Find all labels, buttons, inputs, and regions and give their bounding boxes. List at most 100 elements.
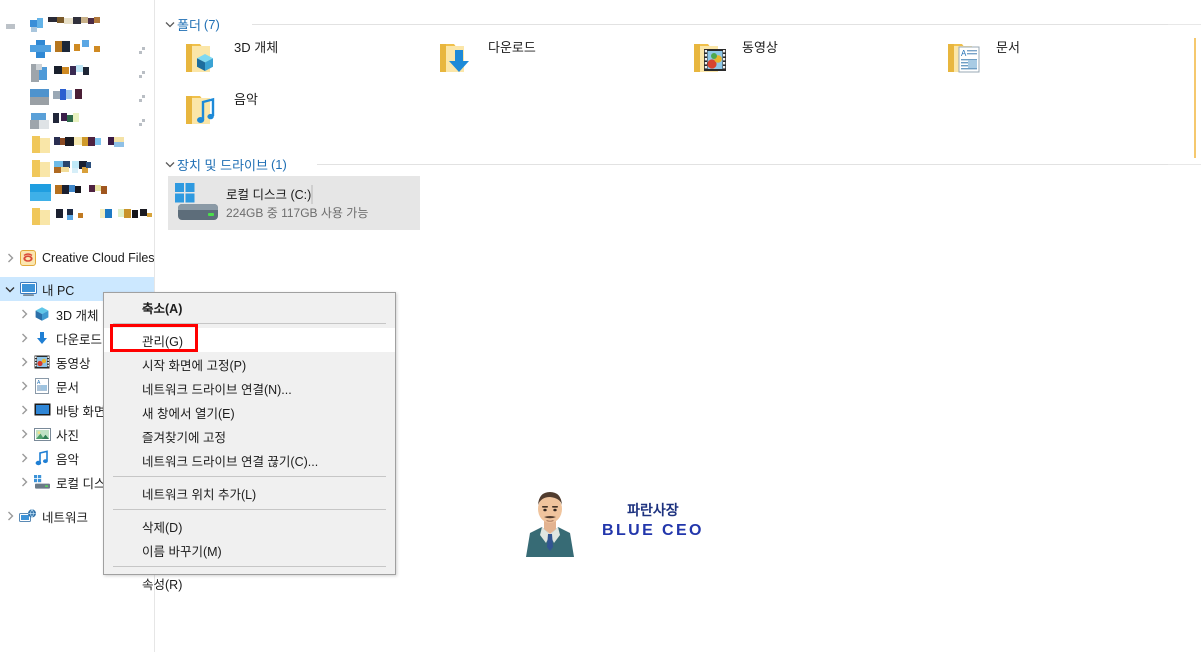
menu-separator <box>113 566 386 567</box>
chevron-right-icon[interactable] <box>16 453 32 463</box>
group-header-folders[interactable]: 폴더 (7) <box>162 15 220 33</box>
explorer-window: Creative Cloud Files 내 PC <box>0 0 1201 652</box>
folder-item-music[interactable]: 음악 <box>180 86 420 138</box>
menu-separator <box>113 476 386 477</box>
folder-item-label: 음악 <box>228 86 258 108</box>
3d-objects-icon <box>32 305 52 323</box>
bottom-edge-line <box>1168 164 1201 165</box>
watermark-text: 파란사장 BLUE CEO <box>602 501 704 541</box>
list-item[interactable] <box>0 206 155 230</box>
pictures-icon <box>32 425 52 443</box>
watermark-korean: 파란사장 <box>627 501 679 520</box>
folder-item-3d-objects[interactable]: 3D 개체 <box>180 34 420 86</box>
chevron-down-icon[interactable] <box>162 21 177 28</box>
expander-dots[interactable] <box>139 71 146 78</box>
sidebar-item-creative-cloud-files[interactable]: Creative Cloud Files <box>0 246 155 270</box>
windows-drive-icon <box>172 179 224 227</box>
group-divider <box>317 164 1201 165</box>
sidebar-item-label: 음악 <box>56 449 79 468</box>
group-header-devices[interactable]: 장치 및 드라이브 (1) <box>162 155 287 173</box>
chevron-right-icon[interactable] <box>16 405 32 415</box>
folder-item-documents[interactable]: A 문서 <box>942 34 1182 86</box>
scroll-accent-bar[interactable] <box>1194 38 1196 158</box>
menu-item-disconnect-network-drive[interactable]: 네트워크 드라이브 연결 끊기(C)... <box>104 448 395 472</box>
sidebar-item-label: 동영상 <box>56 353 91 372</box>
folder-documents-icon: A <box>942 34 990 82</box>
drive-name: 로컬 디스크 (C:) <box>226 188 311 202</box>
list-item[interactable] <box>0 134 155 158</box>
chevron-right-icon[interactable] <box>16 381 32 391</box>
chevron-right-icon[interactable] <box>16 429 32 439</box>
folder-3d-objects-icon <box>180 34 228 82</box>
folder-music-icon <box>180 86 228 134</box>
list-item[interactable] <box>0 158 155 182</box>
drive-free-space: 224GB 중 117GB 사용 가능 <box>226 206 368 220</box>
chevron-right-icon[interactable] <box>16 357 32 367</box>
sidebar-item-label: 사진 <box>56 425 79 444</box>
drive-info: 로컬 디스크 (C:) 224GB 중 117GB 사용 가능 <box>224 184 416 222</box>
list-item[interactable] <box>0 14 155 38</box>
this-pc-icon <box>18 280 38 298</box>
desktop-icon <box>32 401 52 419</box>
sidebar-item-label: 바탕 화면 <box>56 401 105 420</box>
sidebar-item-label: 네트워크 <box>42 507 88 526</box>
videos-icon <box>32 353 52 371</box>
sidebar-item-label: 다운로드 <box>56 329 102 348</box>
sidebar-item-label: 로컬 디스 <box>56 473 105 492</box>
expander-dots[interactable] <box>139 119 146 126</box>
menu-item-properties[interactable]: 속성(R) <box>104 571 395 595</box>
group-title: 폴더 <box>177 15 201 34</box>
list-item[interactable] <box>0 62 155 86</box>
folder-item-label: 다운로드 <box>482 34 536 56</box>
menu-item-open-in-new-window[interactable]: 새 창에서 열기(E) <box>104 400 395 424</box>
chevron-down-icon[interactable] <box>2 286 18 293</box>
group-count: (7) <box>204 17 220 32</box>
ceo-portrait-icon <box>518 485 582 557</box>
chevron-right-icon[interactable] <box>16 333 32 343</box>
list-item[interactable] <box>0 86 155 110</box>
folder-item-videos[interactable]: 동영상 <box>688 34 928 86</box>
folder-item-label: 3D 개체 <box>228 34 278 56</box>
menu-item-rename[interactable]: 이름 바꾸기(M) <box>104 538 395 562</box>
sidebar-item-label: 문서 <box>56 377 79 396</box>
downloads-icon <box>32 329 52 347</box>
svg-text:A: A <box>961 49 967 58</box>
menu-item-map-network-drive[interactable]: 네트워크 드라이브 연결(N)... <box>104 376 395 400</box>
list-item[interactable] <box>0 110 155 134</box>
folder-item-label: 동영상 <box>736 34 778 56</box>
group-title: 장치 및 드라이브 <box>177 155 268 174</box>
network-icon <box>18 507 38 525</box>
sidebar-item-label: 3D 개체 <box>56 305 98 324</box>
music-icon <box>32 449 52 467</box>
chevron-right-icon[interactable] <box>16 309 32 319</box>
menu-item-collapse[interactable]: 축소(A) <box>104 295 395 319</box>
expander-dots[interactable] <box>139 47 146 54</box>
context-menu[interactable]: 축소(A) 관리(G) 시작 화면에 고정(P) 네트워크 드라이브 연결(N)… <box>103 292 396 575</box>
top-edge-line <box>1168 24 1201 25</box>
sidebar-item-label: Creative Cloud Files <box>42 251 155 265</box>
drive-item-local-disk-c[interactable]: 로컬 디스크 (C:) 224GB 중 117GB 사용 가능 <box>168 176 420 230</box>
expander-dots[interactable] <box>139 95 146 102</box>
menu-item-pin-to-start[interactable]: 시작 화면에 고정(P) <box>104 352 395 376</box>
list-item[interactable] <box>0 182 155 206</box>
folder-item-downloads[interactable]: 다운로드 <box>434 34 674 86</box>
menu-item-delete[interactable]: 삭제(D) <box>104 514 395 538</box>
menu-separator <box>113 323 386 324</box>
chevron-right-icon[interactable] <box>16 477 32 487</box>
menu-item-add-network-location[interactable]: 네트워크 위치 추가(L) <box>104 481 395 505</box>
chevron-down-icon[interactable] <box>162 161 177 168</box>
documents-icon: A <box>32 377 52 395</box>
group-count: (1) <box>271 157 287 172</box>
menu-item-manage[interactable]: 관리(G) <box>104 328 395 352</box>
list-item[interactable] <box>0 38 155 62</box>
watermark: 파란사장 BLUE CEO <box>518 485 708 557</box>
creative-cloud-icon <box>18 249 38 267</box>
menu-item-pin-to-quick-access[interactable]: 즐겨찾기에 고정 <box>104 424 395 448</box>
chevron-right-icon[interactable] <box>2 511 18 521</box>
sidebar-item-label: 내 PC <box>42 280 74 299</box>
group-divider <box>252 24 1201 25</box>
folder-downloads-icon <box>434 34 482 82</box>
chevron-right-icon[interactable] <box>2 253 18 263</box>
local-disk-icon <box>32 473 52 491</box>
folder-videos-icon <box>688 34 736 82</box>
